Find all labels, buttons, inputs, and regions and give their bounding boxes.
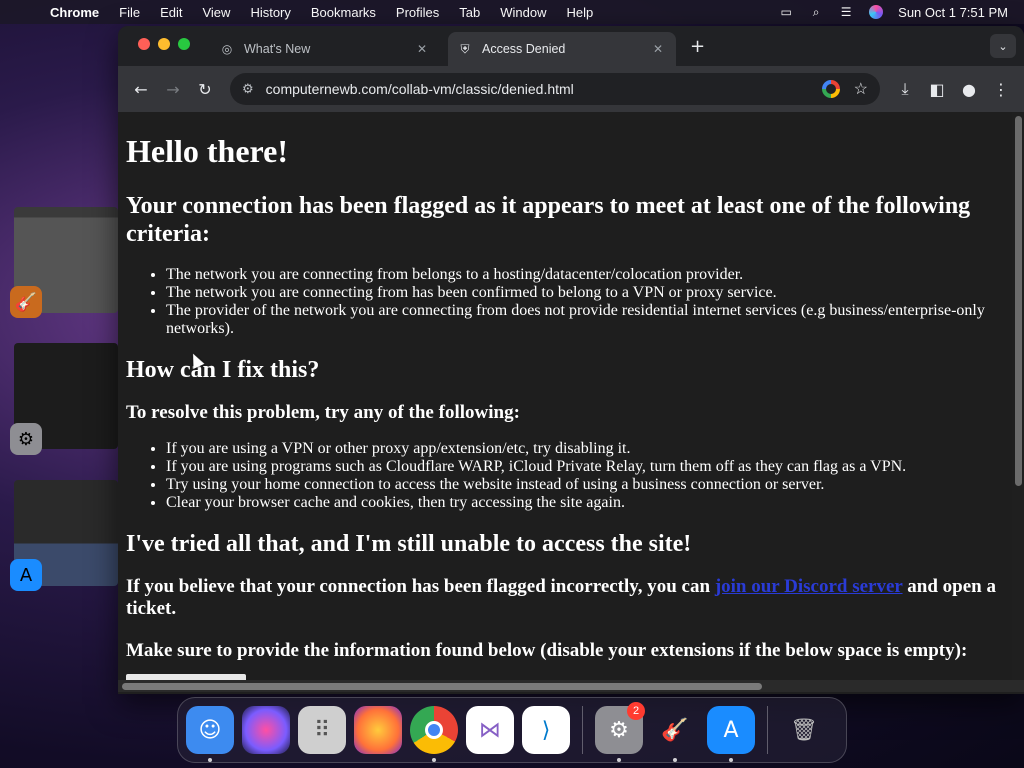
chrome-dock-icon[interactable] [410,706,458,762]
chrome-icon: ◎ [221,42,233,56]
reload-button[interactable]: ↻ [192,76,218,102]
control-center-icon[interactable]: ☰ [838,5,854,19]
menu-history[interactable]: History [240,5,300,20]
finder-icon[interactable]: ☺ [186,706,234,762]
list-item: Try using your home connection to access… [166,476,1004,494]
app-store-dock-icon[interactable]: A [707,706,755,762]
menu-edit[interactable]: Edit [150,5,192,20]
garageband-icon: 🎸 [10,286,42,318]
tab-search-button[interactable]: ⌄ [990,34,1016,58]
incorrect-flag-text: If you believe that your connection has … [126,576,1004,620]
list-item: Clear your browser cache and cookies, th… [166,494,1004,512]
tab-title: Access Denied [482,42,566,56]
menu-file[interactable]: File [109,5,150,20]
list-item: The provider of the network you are conn… [166,302,1004,338]
criteria-list: The network you are connecting from belo… [166,266,1004,338]
close-tab-icon[interactable]: ✕ [650,42,666,56]
tab-strip: ◎ What's New ✕ ⛨ Access Denied ✕ + ⌄ [118,26,1024,66]
profile-icon[interactable]: ● [956,76,982,102]
window-controls [138,38,190,50]
tab-title: What's New [244,42,311,56]
resolve-heading: To resolve this problem, try any of the … [126,402,520,423]
menu-clock[interactable]: Sun Oct 1 7:51 PM [898,5,1008,20]
browser-toolbar: ← → ↻ ⚙ computernewb.com/collab-vm/class… [118,66,1024,112]
more-menu-icon[interactable]: ⋮ [988,76,1014,102]
maximize-window-button[interactable] [178,38,190,50]
system-settings-dock-icon[interactable]: ⚙ 2 [595,702,645,762]
menu-view[interactable]: View [192,5,240,20]
tab-access-denied[interactable]: ⛨ Access Denied ✕ [448,32,676,66]
site-info-icon[interactable]: ⚙ [242,81,254,97]
firefox-icon[interactable] [354,706,402,754]
url-text[interactable]: computernewb.com/collab-vm/classic/denie… [266,81,822,97]
menu-bar: Chrome File Edit View History Bookmarks … [0,0,1024,24]
list-item: If you are using a VPN or other proxy ap… [166,440,1004,458]
menu-app-name[interactable]: Chrome [40,5,109,20]
dock-separator [767,706,768,754]
visual-studio-icon[interactable]: ⋈ [466,706,514,754]
forward-button[interactable]: → [160,76,186,102]
menu-help[interactable]: Help [557,5,604,20]
back-button[interactable]: ← [128,76,154,102]
notification-badge: 2 [627,702,645,720]
downloads-icon[interactable]: ⤓ [892,76,918,102]
chrome-window: ◎ What's New ✕ ⛨ Access Denied ✕ + ⌄ ← →… [118,26,1024,694]
garageband-dock-icon[interactable]: 🎸 [651,706,699,762]
trash-icon[interactable]: 🗑 [780,706,828,754]
horizontal-scrollbar[interactable] [118,680,1024,692]
still-heading: I've tried all that, and I'm still unabl… [126,531,692,557]
launchpad-icon[interactable]: ⠿ [298,706,346,754]
incorrect-prefix: If you believe that your connection has … [126,576,715,597]
discord-link[interactable]: join our Discord server [715,576,903,597]
dock: ☺ ⠿ ⋈ ⟩ ⚙ 2 🎸 A 🗑 [177,697,847,763]
close-tab-icon[interactable]: ✕ [414,42,430,56]
fix-heading: How can I fix this? [126,357,320,383]
shield-icon: ⛨ [460,41,470,56]
menu-tab[interactable]: Tab [449,5,490,20]
close-window-button[interactable] [138,38,150,50]
spotlight-search-icon[interactable]: ⌕ [808,5,824,19]
new-tab-button[interactable]: + [690,36,705,57]
status-area: ▭ ⌕ ☰ Sun Oct 1 7:51 PM [778,5,1024,20]
flagged-heading: Your connection has been flagged as it a… [126,193,971,247]
info-instructions: Make sure to provide the information fou… [126,640,968,661]
dock-separator [582,706,583,754]
vertical-scrollbar[interactable] [1015,116,1022,486]
side-panel-icon[interactable]: ◧ [924,76,950,102]
app-store-icon: A [10,559,42,591]
siri-dock-icon[interactable] [242,706,290,754]
minimize-window-button[interactable] [158,38,170,50]
google-lens-icon[interactable] [821,80,840,98]
scrollbar-thumb[interactable] [122,683,762,690]
list-item: If you are using programs such as Cloudf… [166,458,1004,476]
page-content: Hello there! Your connection has been fl… [118,112,1012,680]
list-item: The network you are connecting from belo… [166,266,1004,284]
bookmark-star-icon[interactable]: ☆ [854,79,868,99]
menu-window[interactable]: Window [490,5,556,20]
address-bar[interactable]: ⚙ computernewb.com/collab-vm/classic/den… [230,73,880,105]
tab-whats-new[interactable]: ◎ What's New ✕ [210,32,440,66]
vscode-icon[interactable]: ⟩ [522,706,570,754]
page-heading: Hello there! [126,133,289,169]
menu-profiles[interactable]: Profiles [386,5,449,20]
fixes-list: If you are using a VPN or other proxy ap… [166,440,1004,512]
menu-bookmarks[interactable]: Bookmarks [301,5,386,20]
stage-manager-icon[interactable]: ▭ [778,5,794,19]
siri-icon[interactable] [868,5,884,19]
list-item: The network you are connecting from has … [166,284,1004,302]
system-settings-icon: ⚙ [10,423,42,455]
